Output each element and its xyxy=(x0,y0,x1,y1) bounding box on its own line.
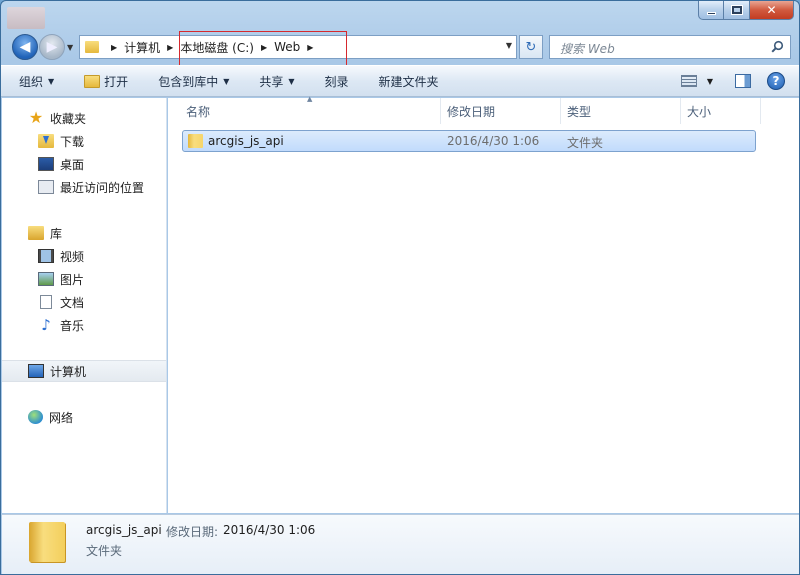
back-button[interactable]: ◀ xyxy=(12,34,38,60)
document-icon xyxy=(40,295,52,309)
file-type: 文件夹 xyxy=(567,136,604,150)
network-icon xyxy=(28,410,43,424)
title-bar: ✕ xyxy=(1,1,799,29)
nav-downloads-label: 下载 xyxy=(60,134,85,149)
close-icon: ✕ xyxy=(766,3,777,17)
chevron-down-icon: ▼ xyxy=(48,76,55,86)
details-modified-label: 修改日期: xyxy=(166,525,219,539)
maximize-icon xyxy=(730,5,743,15)
help-icon[interactable]: ? xyxy=(767,72,785,90)
window-icon xyxy=(7,7,45,29)
downloads-icon xyxy=(38,134,54,148)
nav-music-label: 音乐 xyxy=(60,318,85,333)
nav-favorites[interactable]: ★ 收藏夹 xyxy=(2,107,166,129)
change-view-icon[interactable] xyxy=(680,75,697,87)
nav-recent-places[interactable]: 最近访问的位置 xyxy=(2,176,166,198)
refresh-button[interactable]: ↻ xyxy=(519,35,543,59)
share-button[interactable]: 共享 ▼ xyxy=(259,73,294,90)
address-dropdown-icon[interactable]: ▼ xyxy=(506,41,512,50)
nav-desktop-label: 桌面 xyxy=(60,157,85,172)
maximize-button[interactable] xyxy=(724,1,750,20)
toolbar-right-group: ▼ ? xyxy=(680,72,785,90)
organize-button[interactable]: 组织 ▼ xyxy=(19,73,54,90)
nav-documents-label: 文档 xyxy=(60,295,85,310)
nav-network[interactable]: 网络 xyxy=(2,406,166,428)
new-folder-button[interactable]: 新建文件夹 xyxy=(379,73,439,90)
recent-places-icon xyxy=(38,180,54,194)
search-icon[interactable] xyxy=(771,40,784,53)
details-name: arcgis_js_api xyxy=(86,523,162,537)
table-row[interactable]: arcgis_js_api 2016/4/30 1:06 文件夹 xyxy=(182,130,756,152)
navigation-pane: ★ 收藏夹 下载 桌面 最近访问的位置 库 视频 图片 文档 ♪ 音乐 计算机 … xyxy=(2,98,167,513)
forward-button[interactable]: ▶ xyxy=(39,34,65,60)
nav-pictures-label: 图片 xyxy=(60,272,85,287)
nav-downloads[interactable]: 下载 xyxy=(2,130,166,152)
explorer-window: ✕ ◀ ▶ ▼ ▶ 计算机 ▶ 本地磁盘 (C:) ▶ Web ▶ ▼ ↻ 搜索… xyxy=(0,0,800,575)
nav-network-label: 网络 xyxy=(49,410,74,425)
arrow-left-icon: ◀ xyxy=(19,39,31,55)
nav-recent-label: 最近访问的位置 xyxy=(60,180,145,195)
window-controls: ✕ xyxy=(698,1,794,20)
large-folder-icon xyxy=(29,522,65,562)
nav-libraries[interactable]: 库 xyxy=(2,222,166,244)
views-dropdown-icon[interactable]: ▼ xyxy=(707,77,713,86)
navigation-row: ◀ ▶ ▼ ▶ 计算机 ▶ 本地磁盘 (C:) ▶ Web ▶ ▼ ↻ 搜索 W… xyxy=(1,31,799,63)
search-placeholder: 搜索 Web xyxy=(560,42,615,56)
music-icon: ♪ xyxy=(41,316,51,334)
search-input[interactable]: 搜索 Web xyxy=(549,35,791,59)
file-list: ▲ 名称 修改日期 类型 大小 arcgis_js_api 2016/4/30 … xyxy=(168,95,799,513)
open-folder-icon xyxy=(84,74,101,88)
nav-videos[interactable]: 视频 xyxy=(2,245,166,267)
chevron-right-icon[interactable]: ▶ xyxy=(167,43,173,52)
column-header-modified[interactable]: 修改日期 xyxy=(441,98,561,124)
chevron-down-icon: ▼ xyxy=(223,76,230,86)
column-header-size[interactable]: 大小 xyxy=(681,98,761,124)
include-library-label: 包含到库中 xyxy=(158,74,219,89)
new-folder-label: 新建文件夹 xyxy=(378,74,439,89)
details-modified-value: 2016/4/30 1:06 xyxy=(223,523,316,537)
computer-icon xyxy=(28,364,44,378)
include-in-library-button[interactable]: 包含到库中 ▼ xyxy=(158,73,229,90)
picture-icon xyxy=(38,272,54,286)
nav-libraries-label: 库 xyxy=(50,226,63,241)
nav-computer[interactable]: 计算机 xyxy=(2,360,166,382)
column-header-type[interactable]: 类型 xyxy=(561,98,681,124)
preview-pane-icon[interactable] xyxy=(735,74,751,88)
nav-computer-label: 计算机 xyxy=(50,364,87,379)
organize-label: 组织 xyxy=(19,74,44,89)
nav-favorites-label: 收藏夹 xyxy=(50,111,87,126)
breadcrumb-computer[interactable]: 计算机 xyxy=(124,39,160,56)
column-header-name[interactable]: 名称 xyxy=(180,98,441,124)
burn-label: 刻录 xyxy=(324,74,349,89)
close-button[interactable]: ✕ xyxy=(750,1,794,20)
nav-documents[interactable]: 文档 xyxy=(2,291,166,313)
nav-videos-label: 视频 xyxy=(60,249,85,264)
burn-button[interactable]: 刻录 xyxy=(325,73,349,90)
recent-pages-dropdown[interactable]: ▼ xyxy=(67,43,73,52)
arrow-right-icon: ▶ xyxy=(46,39,58,55)
details-type: 文件夹 xyxy=(86,544,123,558)
chevron-down-icon: ▼ xyxy=(288,76,295,86)
folder-icon xyxy=(188,134,203,148)
video-icon xyxy=(38,249,54,263)
file-name: arcgis_js_api xyxy=(208,134,284,148)
share-label: 共享 xyxy=(259,74,284,89)
chevron-right-icon[interactable]: ▶ xyxy=(111,43,117,52)
open-label: 打开 xyxy=(104,74,129,89)
refresh-icon: ↻ xyxy=(525,39,537,55)
nav-pictures[interactable]: 图片 xyxy=(2,268,166,290)
libraries-icon xyxy=(28,226,44,240)
file-modified: 2016/4/30 1:06 xyxy=(447,134,540,148)
annotation-highlight xyxy=(179,31,347,69)
nav-music[interactable]: ♪ 音乐 xyxy=(2,314,166,336)
nav-desktop[interactable]: 桌面 xyxy=(2,153,166,175)
details-pane: arcgis_js_api 修改日期: 2016/4/30 1:06 文件夹 xyxy=(2,514,799,574)
command-bar: 组织 ▼ 打开 包含到库中 ▼ 共享 ▼ 刻录 新建文件夹 ▼ ? xyxy=(1,65,799,97)
star-icon: ★ xyxy=(28,108,44,127)
open-button[interactable]: 打开 xyxy=(84,73,128,90)
folder-icon xyxy=(85,41,99,53)
minimize-icon xyxy=(706,11,716,15)
desktop-icon xyxy=(38,157,54,171)
minimize-button[interactable] xyxy=(698,1,724,20)
